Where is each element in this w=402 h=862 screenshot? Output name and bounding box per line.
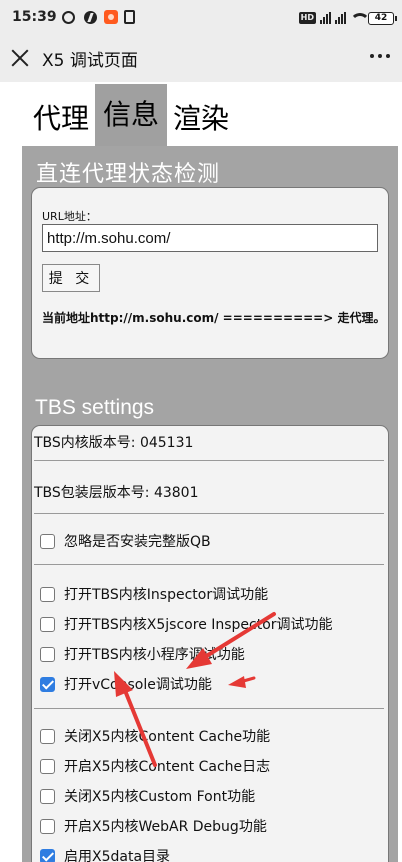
tab-bar: 代理 信息 渲染: [27, 84, 235, 146]
option-label: 开启X5内核Content Cache日志: [64, 759, 271, 775]
phone-notification-icon: [124, 10, 135, 24]
option-vconsole[interactable]: 打开vConsole调试功能: [40, 673, 212, 695]
app-notification-icon: [104, 10, 118, 24]
checkbox[interactable]: [40, 646, 55, 662]
divider: [34, 708, 384, 709]
proxy-check-card: URL地址： 提 交 当前地址http://m.sohu.com/ ======…: [31, 187, 389, 359]
checkbox-checked[interactable]: [40, 848, 55, 862]
proxy-result-text: 当前地址http://m.sohu.com/ ==========> 走代理。: [42, 311, 386, 325]
battery-icon: 42: [368, 11, 397, 25]
checkbox[interactable]: [40, 818, 55, 834]
checkbox[interactable]: [40, 788, 55, 804]
tab-render[interactable]: 渲染: [167, 84, 235, 146]
url-input[interactable]: [42, 224, 378, 252]
option-label: 打开TBS内核Inspector调试功能: [64, 587, 269, 603]
submit-button[interactable]: 提 交: [42, 264, 100, 292]
divider: [34, 460, 384, 461]
tbs-shell-version: TBS包装层版本号: 43801: [34, 485, 199, 501]
option-disable-custom-font[interactable]: 关闭X5内核Custom Font功能: [40, 785, 255, 807]
option-label: 启用X5data目录: [64, 849, 171, 862]
tbs-settings-heading: TBS settings: [35, 396, 155, 419]
tab-proxy[interactable]: 代理: [27, 84, 95, 146]
option-miniprogram-debug[interactable]: 打开TBS内核小程序调试功能: [40, 643, 245, 665]
alarm-icon: [62, 11, 75, 24]
checkbox[interactable]: [40, 586, 55, 602]
title-bar: X5 调试页面: [0, 36, 402, 82]
option-x5data-dir[interactable]: 启用X5data目录: [40, 845, 170, 862]
tbs-settings-card: TBS内核版本号: 045131 TBS包装层版本号: 43801 忽略是否安装…: [31, 425, 389, 862]
tab-info[interactable]: 信息: [95, 84, 168, 146]
option-jscore-inspector[interactable]: 打开TBS内核X5jscore Inspector调试功能: [40, 613, 333, 635]
option-label: 忽略是否安装完整版QB: [64, 534, 211, 550]
more-options-icon[interactable]: [370, 54, 390, 58]
option-label: 打开TBS内核X5jscore Inspector调试功能: [64, 617, 333, 633]
wifi-icon: [350, 13, 370, 23]
checkbox-checked[interactable]: [40, 676, 55, 692]
option-inspector[interactable]: 打开TBS内核Inspector调试功能: [40, 583, 268, 605]
hd-badge: HD: [298, 12, 316, 24]
option-label: 打开TBS内核小程序调试功能: [64, 647, 245, 663]
option-ignore-full-qb[interactable]: 忽略是否安装完整版QB: [40, 530, 211, 552]
url-label: URL地址：: [42, 210, 97, 223]
option-disable-content-cache[interactable]: 关闭X5内核Content Cache功能: [40, 725, 270, 747]
info-panel: 直连代理状态检测 URL地址： 提 交 当前地址http://m.sohu.co…: [22, 146, 398, 862]
close-icon[interactable]: [10, 46, 30, 68]
proxy-check-heading: 直连代理状态检测: [36, 162, 221, 187]
divider: [34, 513, 384, 514]
status-right-icons: HD 42: [298, 10, 397, 26]
checkbox[interactable]: [40, 533, 55, 549]
signal-icon-2: [335, 12, 346, 24]
flash-charge-icon: [84, 11, 97, 24]
option-webar-debug[interactable]: 开启X5内核WebAR Debug功能: [40, 815, 267, 837]
divider: [34, 564, 384, 565]
checkbox[interactable]: [40, 616, 55, 632]
option-label: 开启X5内核WebAR Debug功能: [64, 819, 267, 835]
signal-icon: [320, 12, 331, 24]
option-content-cache-log[interactable]: 开启X5内核Content Cache日志: [40, 755, 270, 777]
tbs-core-version: TBS内核版本号: 045131: [34, 435, 194, 451]
option-label: 关闭X5内核Custom Font功能: [64, 789, 256, 805]
option-label: 关闭X5内核Content Cache功能: [64, 729, 271, 745]
option-label: 打开vConsole调试功能: [64, 677, 212, 693]
status-time: 15:39: [12, 9, 57, 25]
checkbox[interactable]: [40, 728, 55, 744]
page-title: X5 调试页面: [42, 51, 138, 71]
checkbox[interactable]: [40, 758, 55, 774]
status-bar: 15:39 HD 42: [0, 0, 402, 36]
